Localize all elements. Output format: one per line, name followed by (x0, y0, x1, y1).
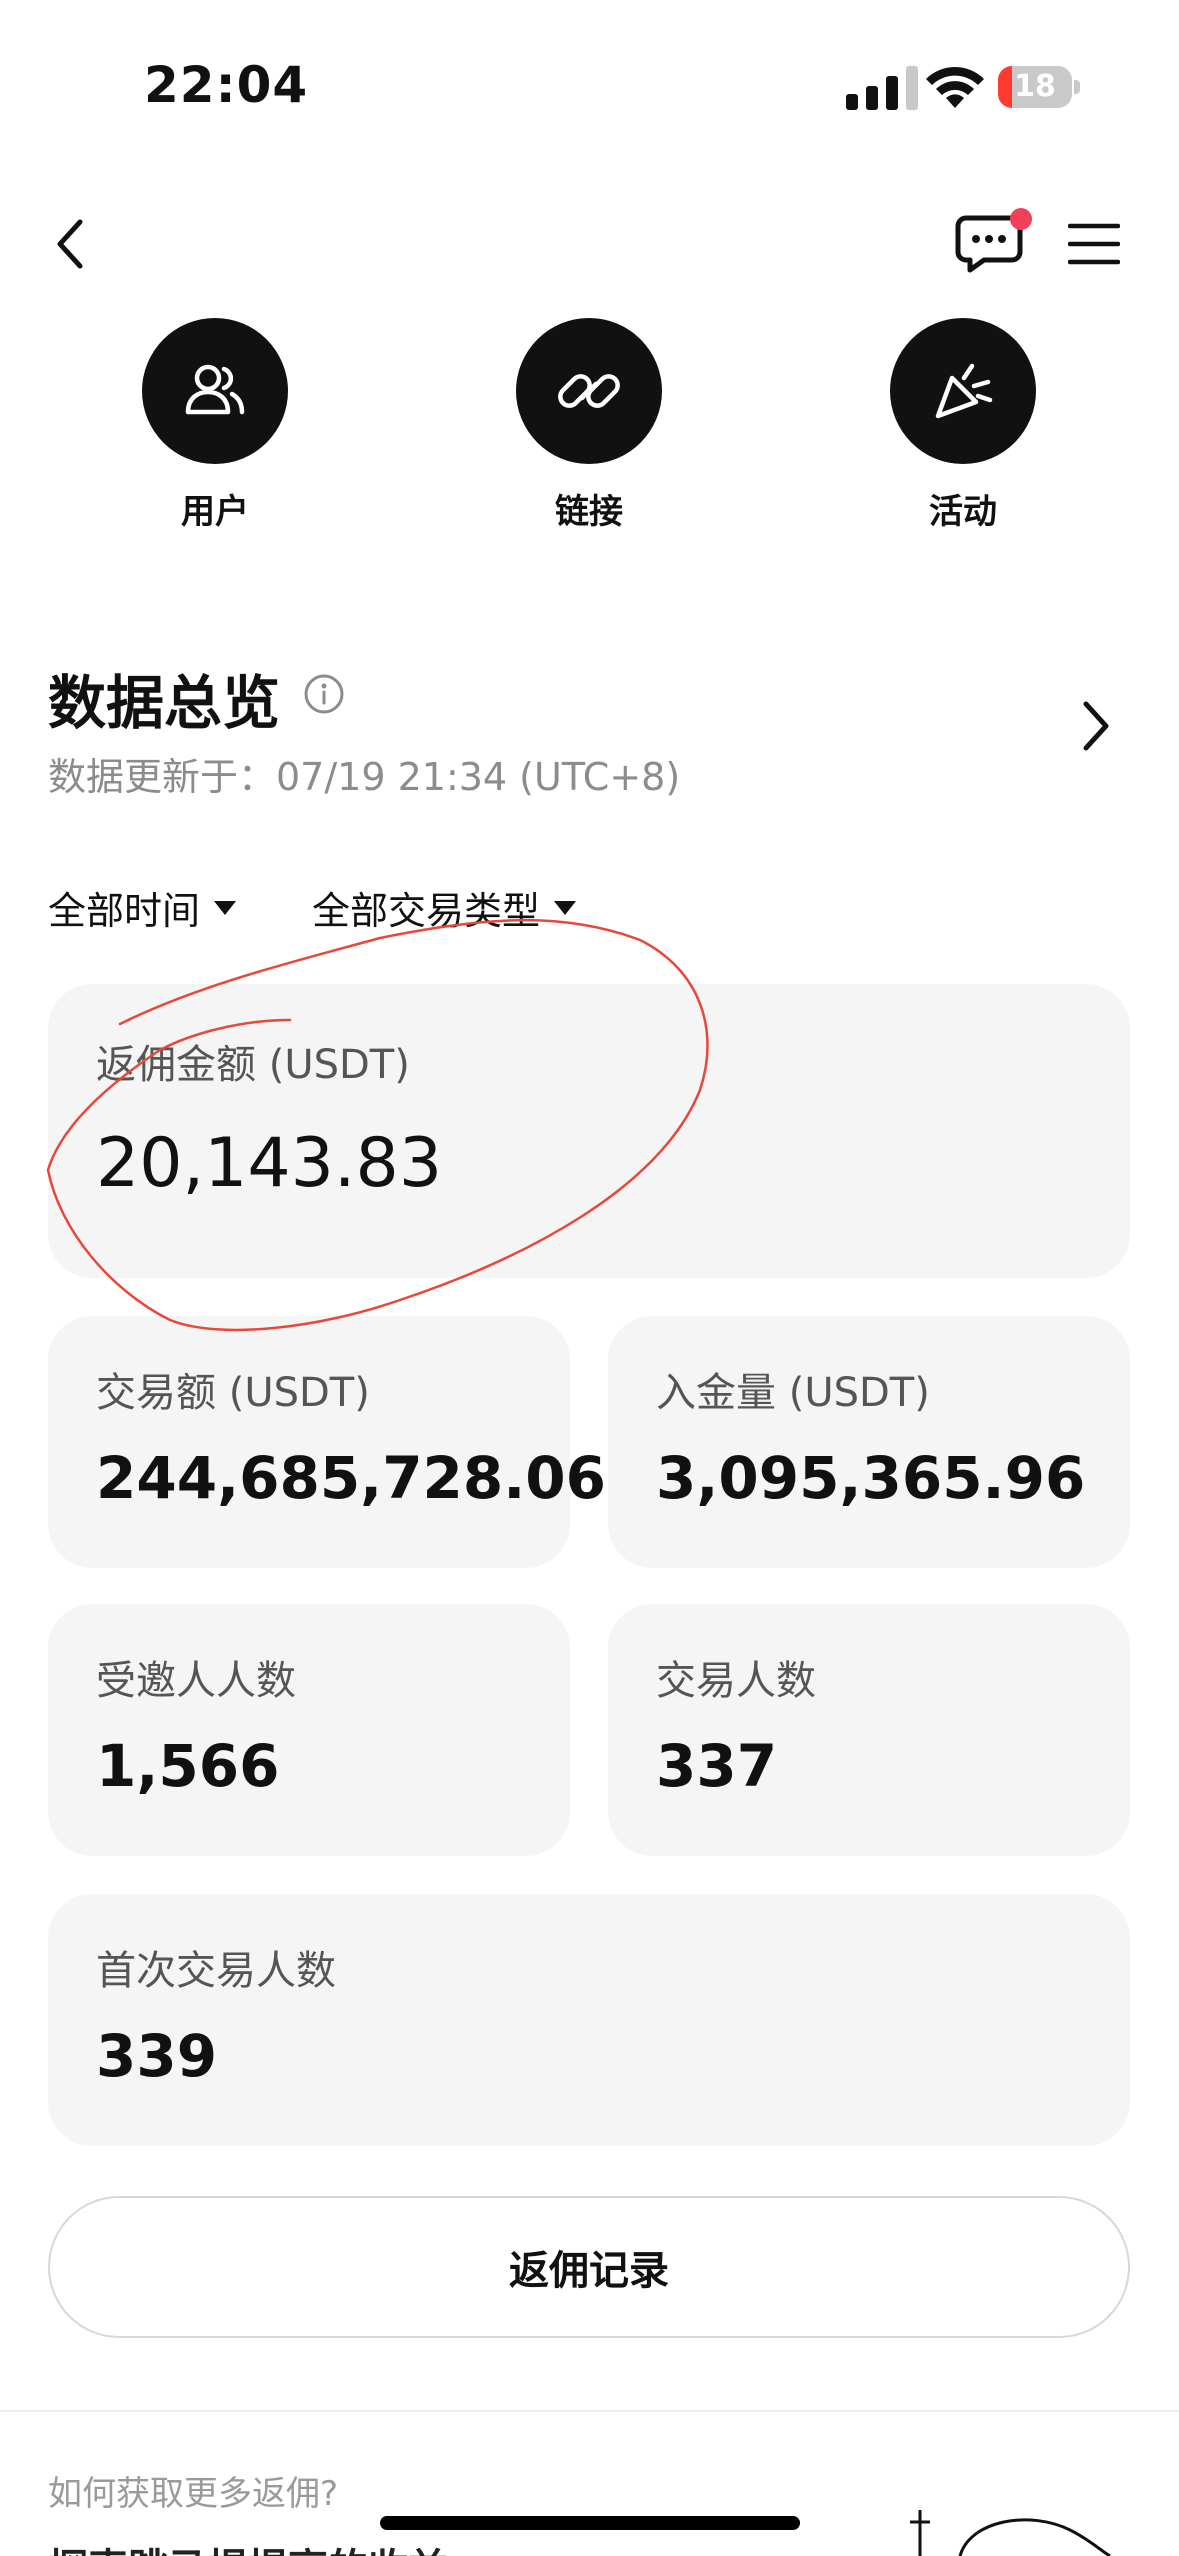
party-popper-icon (890, 318, 1036, 464)
notification-dot (1010, 208, 1032, 230)
invited-card: 受邀人人数 1,566 (48, 1604, 570, 1856)
caret-down-icon (554, 900, 577, 915)
chevron-right-icon[interactable] (1078, 696, 1114, 756)
traders-value: 337 (656, 1732, 778, 1800)
overview-title: 数据总览 (48, 669, 281, 737)
trade-type-filter-dropdown[interactable]: 全部交易类型 (312, 880, 577, 935)
rebate-label: 返佣金额 (USDT) (96, 1042, 410, 1088)
users-icon (142, 318, 288, 464)
quick-action-users[interactable]: 用户 (140, 318, 290, 533)
trade-type-filter-label: 全部交易类型 (312, 889, 541, 933)
data-updated-time: 数据更新于：07/19 21:34 (UTC+8) (48, 755, 681, 799)
quick-action-users-label: 用户 (181, 492, 249, 532)
rebate-value: 20,143.83 (96, 1124, 443, 1203)
deposit-value: 3,095,365.96 (656, 1444, 1086, 1512)
quick-action-link[interactable]: 链接 (514, 318, 664, 533)
quick-action-activity-label: 活动 (929, 492, 997, 532)
more-rebate-question[interactable]: 如何获取更多返佣? (48, 2466, 338, 2515)
time-filter-dropdown[interactable]: 全部时间 (48, 880, 237, 935)
deposit-label: 入金量 (USDT) (656, 1370, 930, 1416)
illustration-decor (910, 2510, 1111, 2556)
quick-action-activity[interactable]: 活动 (888, 318, 1038, 533)
caret-down-icon (214, 900, 237, 915)
volume-card: 交易额 (USDT) 244,685,728.06 (48, 1316, 606, 1568)
top-nav (0, 200, 1179, 290)
battery-icon: 18 (998, 66, 1080, 108)
home-indicator[interactable] (380, 2516, 800, 2530)
invited-label: 受邀人人数 (96, 1658, 296, 1704)
deposit-card: 入金量 (USDT) 3,095,365.96 (608, 1316, 1130, 1568)
quick-action-link-label: 链接 (555, 492, 623, 532)
back-arrow-icon[interactable] (50, 214, 90, 274)
rebate-record-label: 返佣记录 (509, 2248, 669, 2294)
volume-value: 244,685,728.06 (96, 1444, 607, 1512)
battery-level: 18 (1014, 69, 1056, 104)
cellular-signal-icon (846, 66, 918, 110)
rebate-card: 返佣金额 (USDT) 20,143.83 (48, 984, 1130, 1278)
cut-off-title: 探索跳马提提高的收益 (48, 2536, 448, 2556)
time-filter-label: 全部时间 (48, 889, 201, 933)
link-icon (516, 318, 662, 464)
first-traders-value: 339 (96, 2022, 218, 2090)
wifi-icon (926, 66, 984, 108)
volume-label: 交易额 (USDT) (96, 1370, 370, 1416)
first-traders-card: 首次交易人数 339 (48, 1894, 1130, 2146)
status-bar: 22:04 18 (0, 0, 1179, 170)
rebate-record-button[interactable]: 返佣记录 (48, 2196, 1130, 2338)
first-traders-label: 首次交易人数 (96, 1948, 336, 1994)
traders-label: 交易人数 (656, 1658, 816, 1704)
status-time: 22:04 (144, 56, 309, 114)
traders-card: 交易人数 337 (608, 1604, 1130, 1856)
invited-value: 1,566 (96, 1732, 280, 1800)
hamburger-menu-icon[interactable] (1068, 222, 1120, 266)
info-icon[interactable] (302, 672, 346, 716)
section-divider (0, 2410, 1179, 2412)
